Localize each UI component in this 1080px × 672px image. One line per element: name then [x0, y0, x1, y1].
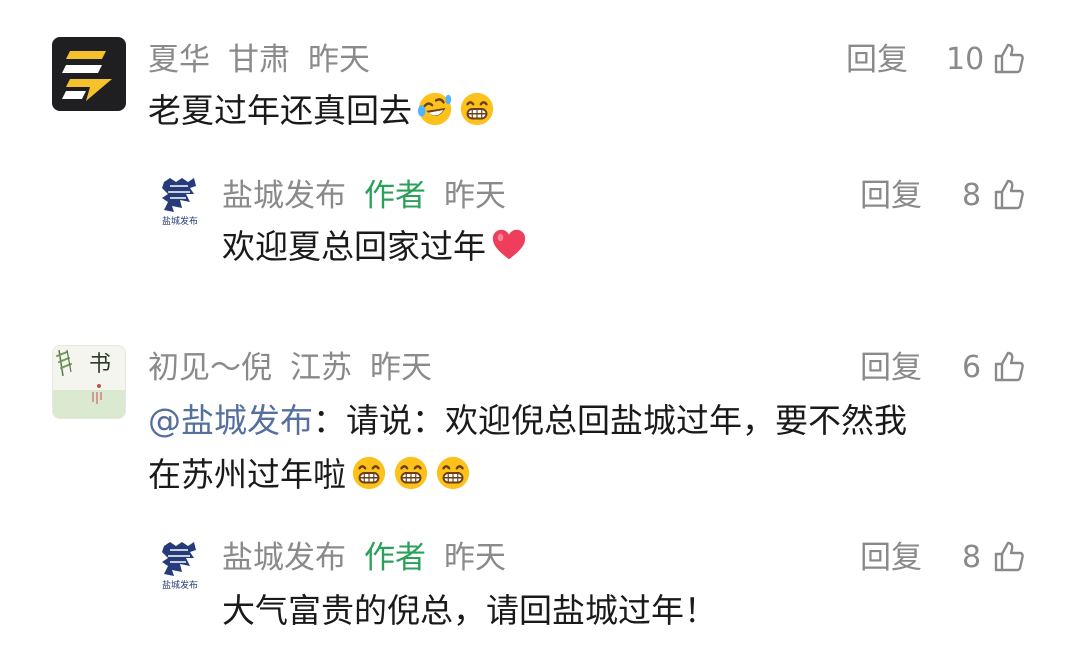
reply-button[interactable]: 回复: [860, 174, 922, 218]
username[interactable]: 盐城发布: [222, 540, 346, 576]
comment-meta: 盐城发布 作者 昨天: [222, 174, 506, 218]
avatar[interactable]: 书: [52, 345, 126, 419]
avatar[interactable]: [52, 37, 126, 111]
logo-caption: 盐城发布: [161, 217, 198, 227]
grinning-emoji: [394, 456, 428, 490]
logo-caption: 盐城发布: [161, 581, 198, 591]
thumbs-up-outline-icon[interactable]: [992, 177, 1026, 211]
like-count: 8: [962, 540, 982, 575]
plant-logo-glyph: 书: [89, 352, 112, 377]
timestamp: 昨天: [444, 540, 506, 576]
heart-emoji: [492, 229, 526, 260]
thumbs-up-outline-icon[interactable]: [992, 41, 1026, 75]
timestamp: 昨天: [444, 178, 506, 214]
username[interactable]: 初见～倪: [148, 350, 272, 386]
grinning-emoji: [436, 456, 470, 490]
comment-text: 老夏过年还真回去: [148, 88, 496, 134]
avatar[interactable]: 盐城发布: [150, 536, 210, 596]
comment-meta: 夏华 甘肃 昨天: [148, 38, 370, 82]
thumbs-up-outline-icon[interactable]: [992, 349, 1026, 383]
like-count: 10: [946, 42, 985, 77]
comment-section: 夏华 甘肃 昨天 回复 10 老夏过年还真回去 盐城发布 盐城发布 作者 昨天 …: [0, 0, 1080, 672]
location: 甘肃: [228, 42, 290, 78]
reply-button[interactable]: 回复: [860, 346, 922, 390]
author-badge: 作者: [364, 178, 426, 214]
timestamp: 昨天: [370, 350, 432, 386]
author-badge: 作者: [364, 540, 426, 576]
mention-link[interactable]: @盐城发布: [148, 401, 313, 440]
username[interactable]: 盐城发布: [222, 178, 346, 214]
comment-text: 欢迎夏总回家过年: [222, 224, 528, 270]
comment-meta: 盐城发布 作者 昨天: [222, 536, 506, 580]
comment-text: 在苏州过年啦: [148, 452, 472, 498]
like-count: 6: [962, 350, 982, 385]
reply-button[interactable]: 回复: [846, 38, 908, 82]
timestamp: 昨天: [308, 42, 370, 78]
avatar[interactable]: 盐城发布: [150, 172, 210, 232]
reply-button[interactable]: 回复: [860, 536, 922, 580]
comment-meta: 初见～倪 江苏 昨天: [148, 346, 432, 390]
lightning-logo-icon: [62, 51, 112, 101]
thumbs-up-outline-icon[interactable]: [992, 539, 1026, 573]
like-count: 8: [962, 178, 982, 213]
rolling-laughing-emoji: [417, 92, 452, 126]
grinning-emoji: [460, 92, 494, 126]
username[interactable]: 夏华: [148, 42, 210, 78]
comment-text: 大气富贵的倪总，请回盐城过年！: [222, 591, 717, 630]
comment-text: @盐城发布：请说：欢迎倪总回盐城过年，要不然我: [148, 401, 907, 440]
location: 江苏: [290, 350, 352, 386]
grinning-emoji: [352, 456, 386, 490]
